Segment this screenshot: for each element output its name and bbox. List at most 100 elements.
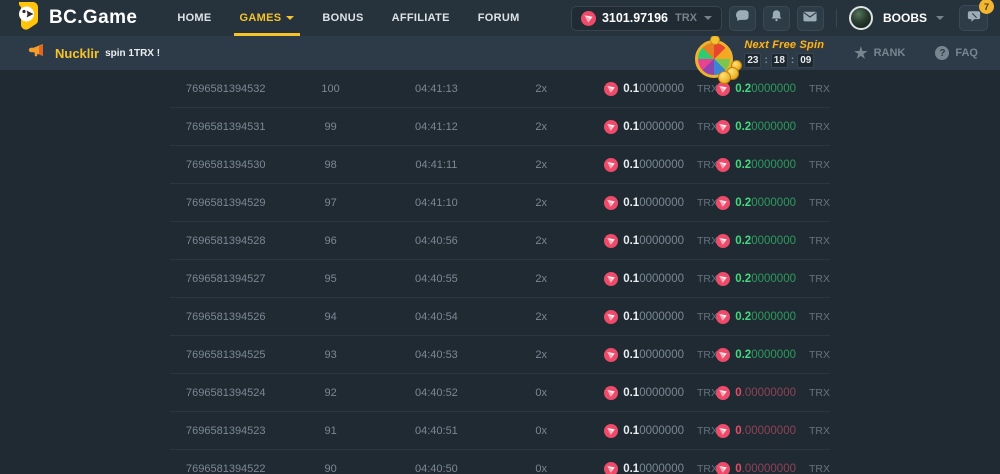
mail-button[interactable] [797,6,824,31]
bet-id: 7696581394525 [170,349,297,361]
amount-cell: 0.10000000 TRX [574,424,714,438]
faq-link[interactable]: ? FAQ [935,46,978,60]
top-bar: BC.Game HOME GAMES BONUS AFFILIATE FORUM… [0,0,1000,36]
table-row[interactable]: 7696581394528 96 04:40:56 2x 0.10000000 … [170,222,830,260]
trx-coin-icon [716,386,730,400]
bet-time: 04:41:10 [365,197,509,209]
payout-cell: 0.20000000 TRX [714,234,830,248]
amount-cell: 0.10000000 TRX [574,272,714,286]
payout-cell: 0.20000000 TRX [714,82,830,96]
bet-multiplier: 2x [508,197,574,209]
announcement-bar: Nucklir spin 1TRX ! Next Free Spin 23 : … [0,36,1000,70]
announcement-game-link[interactable]: Nucklir [55,46,99,61]
payout-currency: TRX [809,349,830,361]
trx-coin-icon [604,120,618,134]
amount-value: 0.1 [623,273,639,285]
table-row[interactable]: 7696581394531 99 04:41:12 2x 0.10000000 … [170,108,830,146]
bet-multiplier: 2x [508,83,574,95]
payout-value: 0.2 [735,311,751,323]
nav-bonus[interactable]: BONUS [308,0,377,36]
trx-coin-icon [581,11,595,25]
amount-cell: 0.10000000 TRX [574,348,714,362]
bet-id: 7696581394522 [170,463,297,474]
nav-games[interactable]: GAMES [226,0,309,36]
amount-cell: 0.10000000 TRX [574,462,714,474]
payout-cell: 0.00000000 TRX [714,424,830,438]
star-icon: ★ [854,46,867,61]
table-row[interactable]: 7696581394523 91 04:40:51 0x 0.10000000 … [170,412,830,450]
avatar[interactable] [849,6,873,30]
balance-selector[interactable]: 3101.97196 TRX [571,6,722,31]
bet-round: 93 [297,349,365,361]
payout-cell: 0.20000000 TRX [714,272,830,286]
table-row[interactable]: 7696581394522 90 04:40:50 0x 0.10000000 … [170,450,830,474]
payout-currency: TRX [809,463,830,474]
balance-currency: TRX [675,12,697,24]
payout-currency: TRX [809,121,830,133]
bet-round: 98 [297,159,365,171]
countdown-hours: 23 [744,53,761,68]
amount-value: 0.1 [623,159,639,171]
payout-currency: TRX [809,197,830,209]
bet-id: 7696581394532 [170,83,297,95]
bet-round: 95 [297,273,365,285]
bets-table-body: 7696581394532 100 04:41:13 2x 0.10000000… [170,70,830,474]
table-row[interactable]: 7696581394525 93 04:40:53 2x 0.10000000 … [170,336,830,374]
chat-button[interactable]: 7 [959,5,988,31]
spin-wheel-icon [695,40,737,82]
payout-currency: TRX [809,83,830,95]
trx-coin-icon [716,348,730,362]
nav-home[interactable]: HOME [163,0,225,36]
amount-cell: 0.10000000 TRX [574,310,714,324]
chat-unread-badge: 7 [979,0,994,14]
payout-currency: TRX [809,159,830,171]
main-nav: HOME GAMES BONUS AFFILIATE FORUM [163,0,533,36]
bet-id: 7696581394531 [170,121,297,133]
amount-cell: 0.10000000 TRX [574,82,714,96]
bcgame-logo-icon [14,1,41,36]
nav-forum[interactable]: FORUM [464,0,534,36]
payout-cell: 0.20000000 TRX [714,196,830,210]
payout-cell: 0.20000000 TRX [714,120,830,134]
bet-round: 91 [297,425,365,437]
bet-time: 04:40:51 [365,425,509,437]
payout-currency: TRX [809,273,830,285]
chevron-down-icon [936,16,944,20]
announcement-text: spin 1TRX ! [105,48,160,59]
bet-time: 04:40:52 [365,387,509,399]
trx-coin-icon [604,462,618,474]
trx-coin-icon [604,234,618,248]
rank-link[interactable]: ★ RANK [854,46,905,61]
bet-round: 96 [297,235,365,247]
payout-cell: 0.00000000 TRX [714,386,830,400]
brand-name: BC.Game [49,7,137,29]
nav-affiliate[interactable]: AFFILIATE [378,0,464,36]
bet-multiplier: 2x [508,311,574,323]
table-row[interactable]: 7696581394530 98 04:41:11 2x 0.10000000 … [170,146,830,184]
username[interactable]: BOOBS [883,11,927,25]
table-row[interactable]: 7696581394524 92 04:40:52 0x 0.10000000 … [170,374,830,412]
vault-icon [735,9,749,27]
table-row[interactable]: 7696581394529 97 04:41:10 2x 0.10000000 … [170,184,830,222]
bet-time: 04:40:53 [365,349,509,361]
trx-coin-icon [716,310,730,324]
table-row[interactable]: 7696581394527 95 04:40:55 2x 0.10000000 … [170,260,830,298]
amount-value: 0.1 [623,83,639,95]
amount-value: 0.1 [623,387,639,399]
question-icon: ? [935,46,949,60]
bet-id: 7696581394524 [170,387,297,399]
brand-logo[interactable]: BC.Game [14,1,137,36]
bet-time: 04:41:13 [365,83,509,95]
bet-multiplier: 2x [508,121,574,133]
table-row[interactable]: 7696581394526 94 04:40:54 2x 0.10000000 … [170,298,830,336]
trx-coin-icon [604,348,618,362]
payout-currency: TRX [809,425,830,437]
payout-value: 0.2 [735,121,751,133]
trx-coin-icon [604,424,618,438]
vault-button[interactable] [729,6,756,31]
bet-id: 7696581394528 [170,235,297,247]
notifications-button[interactable] [763,6,790,31]
payout-cell: 0.00000000 TRX [714,462,830,474]
amount-value: 0.1 [623,121,639,133]
bet-round: 92 [297,387,365,399]
